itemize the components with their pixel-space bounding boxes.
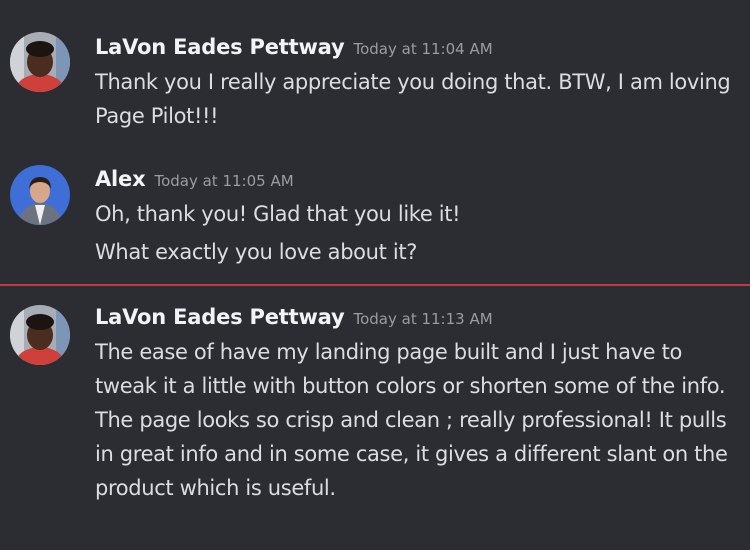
message-text: Thank you I really appreciate you doing … [95, 70, 731, 128]
new-messages-divider [0, 284, 750, 286]
message-timestamp: Today at 11:05 AM [154, 172, 294, 190]
message-author[interactable]: LaVon Eades Pettway [95, 305, 345, 329]
user-avatar[interactable] [10, 305, 70, 365]
user-avatar[interactable] [10, 32, 70, 92]
message-text: What exactly you love about it? [95, 240, 418, 264]
message-author[interactable]: LaVon Eades Pettway [95, 35, 345, 59]
user-avatar[interactable] [10, 165, 70, 225]
avatar-photo-icon [10, 32, 70, 92]
message-timestamp: Today at 11:04 AM [353, 40, 493, 58]
message-author[interactable]: Alex [95, 167, 146, 191]
avatar-photo-icon [10, 305, 70, 365]
message-timestamp: Today at 11:13 AM [353, 310, 493, 328]
message-text: The ease of have my landing page built a… [95, 340, 728, 500]
avatar-photo-icon [10, 165, 70, 225]
message-text: Oh, thank you! Glad that you like it! [95, 202, 461, 226]
